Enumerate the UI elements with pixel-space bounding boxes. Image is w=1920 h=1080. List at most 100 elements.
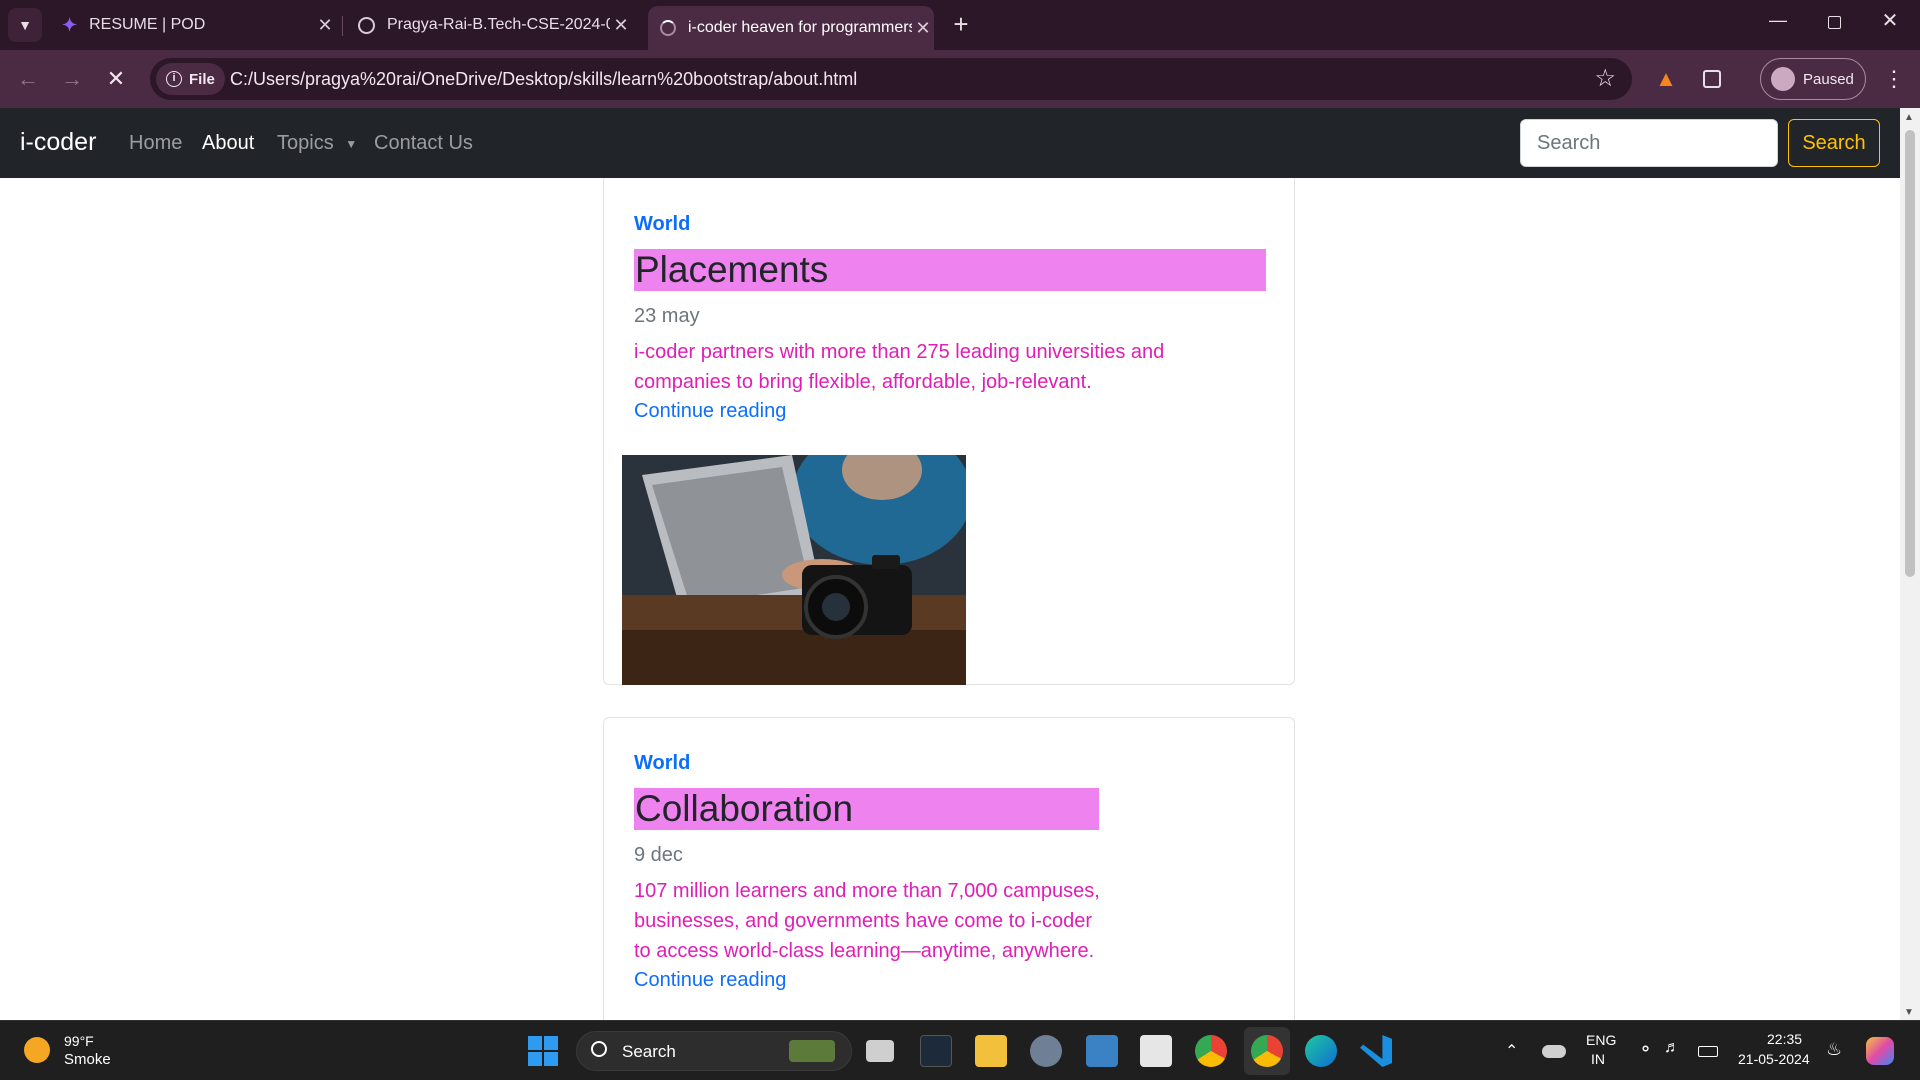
address-bar[interactable]: i File C:/Users/pragya%20rai/OneDrive/De… bbox=[150, 58, 1632, 100]
globe-icon bbox=[358, 16, 375, 34]
article-thumbnail-image bbox=[622, 455, 966, 685]
chevron-down-icon: ▼ bbox=[18, 17, 32, 33]
description-line: to access world-class learning—anytime, … bbox=[634, 940, 1095, 962]
language-bottom[interactable]: IN bbox=[1591, 1051, 1605, 1067]
volume-icon[interactable]: ♬ bbox=[1664, 1039, 1680, 1057]
article-card-placements: World Placements 23 may i-coder partners… bbox=[603, 178, 1295, 685]
file-label: File bbox=[189, 70, 215, 88]
loading-icon bbox=[660, 20, 676, 36]
profile-button[interactable]: Paused bbox=[1760, 58, 1866, 100]
article-date: 9 dec bbox=[634, 844, 683, 866]
close-icon: ✕ bbox=[1881, 10, 1899, 32]
tab-pragya[interactable]: Pragya-Rai-B.Tech-CSE-2024-05 ✕ bbox=[352, 6, 632, 44]
copilot-icon[interactable] bbox=[1866, 1037, 1894, 1065]
pod-logo-icon: ✦ bbox=[62, 14, 78, 35]
article-heading: Placements bbox=[634, 249, 1266, 291]
browser-tab-strip: ▼ ✦ RESUME | POD ✕ Pragya-Rai-B.Tech-CSE… bbox=[0, 0, 1920, 50]
back-button[interactable]: ← bbox=[12, 63, 44, 95]
star-icon[interactable]: ☆ bbox=[1594, 64, 1616, 93]
clock-date[interactable]: 21-05-2024 bbox=[1738, 1051, 1810, 1067]
tab-title: Pragya-Rai-B.Tech-CSE-2024-05 bbox=[387, 16, 610, 33]
tab-resume[interactable]: ✦ RESUME | POD ✕ bbox=[56, 6, 336, 44]
language-top[interactable]: ENG bbox=[1586, 1032, 1616, 1048]
close-icon[interactable]: ✕ bbox=[610, 15, 632, 36]
settings-gear-icon[interactable] bbox=[1030, 1035, 1062, 1067]
arrow-left-icon: ← bbox=[17, 66, 39, 91]
extensions-puzzle-icon[interactable] bbox=[1696, 63, 1728, 95]
laptop-camera-illustration bbox=[622, 455, 966, 685]
photos-app-icon[interactable] bbox=[1140, 1035, 1172, 1067]
continue-reading-link[interactable]: Continue reading bbox=[634, 969, 786, 992]
description-line: i-coder partners with more than 275 lead… bbox=[634, 341, 1165, 363]
browser-toolbar: ← → ✕ i File C:/Users/pragya%20rai/OneDr… bbox=[0, 50, 1920, 108]
nav-topics-label: Topics bbox=[277, 132, 334, 154]
windows-taskbar: 99°F Smoke Search ⌃ ENG IN ⚬ ♬ 22:35 21-… bbox=[0, 1020, 1920, 1080]
page-scrollbar[interactable]: ▲ ▼ bbox=[1900, 108, 1920, 1020]
site-search-button[interactable]: Search bbox=[1788, 119, 1880, 167]
description-line: companies to bring flexible, affordable,… bbox=[634, 371, 1092, 393]
article-description: i-coder partners with more than 275 lead… bbox=[634, 337, 1164, 397]
weather-sun-icon bbox=[24, 1037, 50, 1063]
restore-button[interactable] bbox=[1816, 10, 1852, 40]
scroll-down-arrow[interactable]: ▼ bbox=[1904, 1007, 1914, 1018]
battery-icon[interactable] bbox=[1698, 1046, 1718, 1057]
tab-search-button[interactable]: ▼ bbox=[8, 8, 42, 42]
terminal-app-icon[interactable] bbox=[920, 1035, 952, 1067]
chrome-profile-icon[interactable] bbox=[1251, 1035, 1283, 1067]
close-icon: ✕ bbox=[106, 66, 126, 91]
site-search-input[interactable] bbox=[1520, 119, 1778, 167]
close-window-button[interactable]: ✕ bbox=[1872, 8, 1908, 38]
new-tab-button[interactable]: + bbox=[946, 8, 976, 42]
menu-kebab-icon[interactable]: ⋮ bbox=[1878, 63, 1910, 95]
article-heading: Collaboration bbox=[634, 788, 1099, 830]
onedrive-cloud-icon[interactable] bbox=[1542, 1045, 1566, 1058]
weather-desc: Smoke bbox=[64, 1051, 111, 1068]
nav-contact[interactable]: Contact Us bbox=[374, 132, 473, 155]
description-line: 107 million learners and more than 7,000… bbox=[634, 880, 1100, 902]
clock-time[interactable]: 22:35 bbox=[1767, 1031, 1802, 1047]
info-icon: i bbox=[166, 71, 182, 87]
close-icon[interactable]: ✕ bbox=[912, 18, 934, 39]
vscode-icon[interactable] bbox=[1360, 1035, 1392, 1067]
chrome-icon[interactable] bbox=[1195, 1035, 1227, 1067]
brand-logo[interactable]: i-coder bbox=[20, 128, 96, 157]
site-info-chip[interactable]: i File bbox=[156, 63, 225, 95]
forward-button[interactable]: → bbox=[56, 63, 88, 95]
nav-topics-dropdown[interactable]: Topics ▼ bbox=[277, 132, 357, 155]
article-category[interactable]: World bbox=[634, 752, 690, 775]
edge-icon[interactable] bbox=[1305, 1035, 1337, 1067]
stop-loading-button[interactable]: ✕ bbox=[100, 63, 132, 95]
notepad-icon[interactable] bbox=[1086, 1035, 1118, 1067]
tab-title: RESUME | POD bbox=[89, 16, 206, 33]
site-navbar: i-coder Home About Topics ▼ Contact Us S… bbox=[0, 108, 1900, 178]
tab-icoder[interactable]: i-coder heaven for programmers ✕ bbox=[648, 6, 934, 50]
scroll-up-arrow[interactable]: ▲ bbox=[1904, 112, 1914, 123]
taskbar-search[interactable]: Search bbox=[576, 1031, 852, 1071]
url-text[interactable]: C:/Users/pragya%20rai/OneDrive/Desktop/s… bbox=[230, 69, 857, 90]
scrollbar-thumb[interactable] bbox=[1905, 130, 1915, 577]
wifi-icon[interactable]: ⚬ bbox=[1638, 1039, 1653, 1060]
task-view-icon[interactable] bbox=[866, 1040, 894, 1062]
arrow-right-icon: → bbox=[61, 66, 83, 91]
chevron-up-icon[interactable]: ⌃ bbox=[1505, 1041, 1518, 1061]
continue-reading-link[interactable]: Continue reading bbox=[634, 400, 786, 423]
close-icon[interactable]: ✕ bbox=[314, 15, 336, 36]
minimize-icon: — bbox=[1769, 10, 1787, 30]
search-highlight-icon bbox=[789, 1040, 835, 1062]
minimize-button[interactable]: — bbox=[1760, 10, 1796, 40]
file-explorer-icon[interactable] bbox=[975, 1035, 1007, 1067]
plus-icon: + bbox=[953, 9, 969, 39]
tab-title: i-coder heaven for programmers bbox=[688, 19, 912, 36]
article-category[interactable]: World bbox=[634, 213, 690, 236]
start-button[interactable] bbox=[528, 1036, 558, 1066]
weather-temp: 99°F bbox=[64, 1033, 94, 1049]
weather-widget[interactable]: 99°F Smoke bbox=[20, 1031, 130, 1071]
nav-about[interactable]: About bbox=[202, 132, 254, 155]
avatar bbox=[1771, 67, 1795, 91]
article-date: 23 may bbox=[634, 305, 700, 327]
taskbar-search-label: Search bbox=[622, 1042, 676, 1061]
notification-bell-icon[interactable]: ♨ bbox=[1826, 1039, 1842, 1060]
metamask-extension-icon[interactable]: ▲ bbox=[1650, 63, 1682, 95]
restore-icon bbox=[1827, 16, 1841, 29]
nav-home[interactable]: Home bbox=[129, 132, 182, 155]
